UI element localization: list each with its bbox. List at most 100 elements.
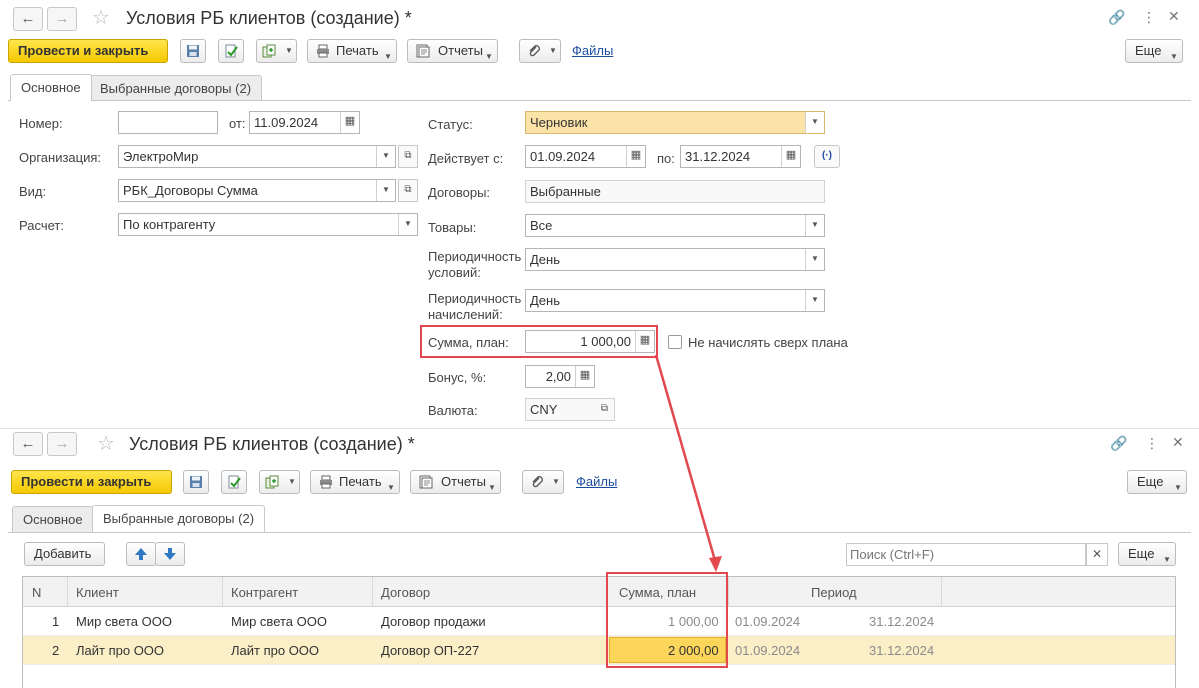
contracts-field: Выбранные	[525, 180, 825, 203]
open-card-icon: ⧉	[404, 150, 412, 161]
column-header-counterparty[interactable]: Контрагент	[231, 585, 298, 600]
link-icon[interactable]: 🔗	[1110, 435, 1127, 452]
post-and-close-button[interactable]: Провести и закрыть	[11, 470, 172, 494]
document-date-field[interactable]: 11.09.2024 ▦	[249, 111, 360, 134]
favorite-star-icon[interactable]: ☆	[92, 8, 110, 28]
more-button[interactable]: Еще ▼	[1127, 470, 1187, 494]
more-menu-icon[interactable]: ⋮	[1142, 9, 1156, 26]
chevron-down-icon[interactable]: ▼	[376, 180, 395, 201]
page-title: Условия РБ клиентов (создание) *	[129, 434, 415, 454]
chevron-down-icon[interactable]: ▼	[376, 146, 395, 167]
open-card-icon[interactable]: ⧉	[595, 399, 614, 420]
back-button[interactable]: ←	[13, 7, 43, 31]
kind-field[interactable]: РБК_Договоры Сумма ▼	[118, 179, 396, 202]
attach-button[interactable]: ▼	[519, 39, 561, 63]
save-button[interactable]	[183, 470, 209, 494]
column-separator	[941, 577, 942, 607]
print-label: Печать	[336, 43, 379, 58]
period-conditions-value: День	[530, 252, 560, 267]
chevron-down-icon: ▼	[387, 483, 395, 492]
forward-button[interactable]: →	[47, 7, 77, 31]
move-up-button[interactable]	[126, 542, 156, 566]
goods-label: Товары:	[428, 220, 477, 235]
period-accruals-field[interactable]: День ▼	[525, 289, 825, 312]
arrow-right-icon: →	[54, 435, 70, 452]
chevron-down-icon[interactable]: ▼	[398, 214, 417, 235]
kind-value: РБК_Договоры Сумма	[123, 183, 258, 198]
chevron-down-icon[interactable]: ▼	[805, 249, 824, 270]
move-down-button[interactable]	[155, 542, 185, 566]
clear-search-button[interactable]: ✕	[1086, 543, 1108, 566]
valid-from-field[interactable]: 01.09.2024 ▦	[525, 145, 646, 168]
organization-field[interactable]: ЭлектроМир ▼	[118, 145, 396, 168]
more-menu-icon[interactable]: ⋮	[1145, 435, 1159, 452]
reports-button[interactable]: Отчеты ▼	[407, 39, 498, 63]
table-more-button[interactable]: Еще ▼	[1118, 542, 1176, 566]
create-based-on-button[interactable]: ▼	[256, 39, 297, 63]
post-button[interactable]	[218, 39, 244, 63]
chevron-down-icon[interactable]: ▼	[805, 215, 824, 236]
link-icon[interactable]: 🔗	[1108, 9, 1125, 26]
chevron-down-icon: ▼	[1163, 555, 1171, 564]
chevron-down-icon[interactable]: ▼	[805, 112, 824, 133]
calendar-icon[interactable]: ▦	[781, 146, 800, 167]
tab-selected-contracts-label: Выбранные договоры (2)	[100, 81, 252, 96]
valid-from-label: Действует с:	[428, 151, 504, 166]
period-picker-button[interactable]: (·)	[814, 145, 840, 168]
post-and-close-label: Провести и закрыть	[21, 474, 152, 489]
attach-button[interactable]: ▼	[522, 470, 564, 494]
period-conditions-field[interactable]: День ▼	[525, 248, 825, 271]
column-header-period[interactable]: Период	[811, 585, 857, 600]
reports-label: Отчеты	[438, 43, 483, 58]
open-organization-button[interactable]: ⧉	[398, 145, 418, 168]
document-date-value: 11.09.2024	[254, 115, 319, 130]
print-button[interactable]: Печать ▼	[307, 39, 397, 63]
chevron-down-icon[interactable]: ▼	[805, 290, 824, 311]
create-based-on-button[interactable]: ▼	[259, 470, 300, 494]
number-field[interactable]	[118, 111, 218, 134]
calendar-icon[interactable]: ▦	[626, 146, 645, 167]
tab-selected-contracts[interactable]: Выбранные договоры (2)	[89, 75, 263, 101]
tab-selected-contracts[interactable]: Выбранные договоры (2)	[92, 505, 266, 532]
document-window-main: ← → ☆ Условия РБ клиентов (создание) * 🔗…	[0, 0, 1199, 432]
add-button[interactable]: Добавить	[24, 542, 105, 566]
bonus-field[interactable]: 2,00 ▦	[525, 365, 595, 388]
save-button[interactable]	[180, 39, 206, 63]
table-row[interactable]: 2 Лайт про ООО Лайт про ООО Договор ОП-2…	[23, 636, 1175, 665]
forward-button[interactable]: →	[47, 432, 77, 456]
reports-icon	[416, 44, 430, 58]
post-button[interactable]	[221, 470, 247, 494]
close-icon: ✕	[1091, 547, 1103, 561]
tab-main[interactable]: Основное	[12, 506, 94, 532]
tab-main[interactable]: Основное	[10, 74, 92, 101]
highlight-box-sum-plan-column	[606, 572, 728, 668]
tab-divider	[8, 100, 1191, 101]
favorite-star-icon[interactable]: ☆	[97, 434, 115, 454]
close-icon[interactable]: ✕	[1172, 434, 1184, 451]
calculator-icon[interactable]: ▦	[575, 366, 594, 387]
cell-n: 2	[52, 643, 60, 658]
cell-period-to: 31.12.2024	[869, 643, 935, 658]
bonus-label: Бонус, %:	[428, 370, 487, 385]
close-icon[interactable]: ✕	[1168, 8, 1180, 25]
valid-to-field[interactable]: 31.12.2024 ▦	[680, 145, 801, 168]
goods-field[interactable]: Все ▼	[525, 214, 825, 237]
print-button[interactable]: Печать ▼	[310, 470, 400, 494]
open-kind-button[interactable]: ⧉	[398, 179, 418, 202]
table-row[interactable]: 1 Мир света ООО Мир света ООО Договор пр…	[23, 607, 1175, 636]
column-header-n[interactable]: N	[32, 585, 41, 600]
post-and-close-button[interactable]: Провести и закрыть	[8, 39, 168, 63]
files-link[interactable]: Файлы	[576, 474, 617, 489]
search-input[interactable]	[846, 543, 1086, 566]
column-header-client[interactable]: Клиент	[76, 585, 119, 600]
calculation-field[interactable]: По контрагенту ▼	[118, 213, 418, 236]
more-button[interactable]: Еще ▼	[1125, 39, 1183, 63]
reports-button[interactable]: Отчеты ▼	[410, 470, 501, 494]
files-link[interactable]: Файлы	[572, 43, 613, 58]
status-field[interactable]: Черновик ▼	[525, 111, 825, 134]
calendar-icon[interactable]: ▦	[340, 112, 359, 133]
no-over-plan-checkbox[interactable]	[668, 335, 682, 349]
back-button[interactable]: ←	[13, 432, 43, 456]
column-header-contract[interactable]: Договор	[381, 585, 430, 600]
cell-counterparty: Лайт про ООО	[231, 643, 320, 658]
